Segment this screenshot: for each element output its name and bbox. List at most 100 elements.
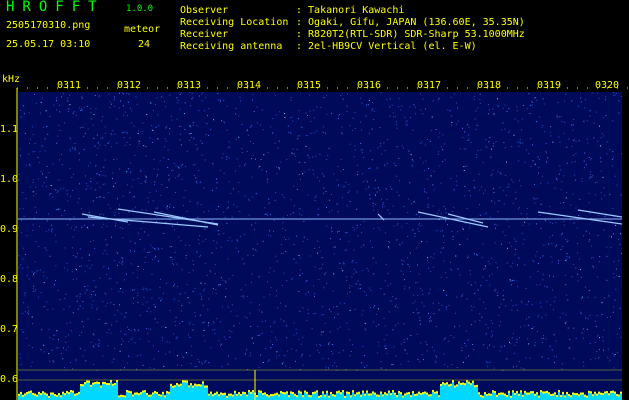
noise-pixel	[534, 202, 536, 204]
noise-pixel	[275, 255, 277, 257]
noise-pixel	[70, 195, 71, 197]
noise-pixel	[344, 232, 346, 234]
noise-pixel	[177, 286, 179, 287]
noise-pixel	[264, 207, 266, 209]
noise-pixel	[106, 253, 108, 255]
noise-pixel	[90, 181, 92, 183]
noise-pixel	[411, 164, 413, 166]
activity-peak	[518, 393, 520, 396]
noise-pixel	[218, 284, 219, 286]
noise-pixel	[403, 341, 405, 343]
noise-pixel	[163, 146, 165, 148]
noise-pixel	[19, 148, 21, 150]
activity-peak	[216, 391, 218, 394]
noise-pixel	[32, 224, 34, 226]
noise-pixel	[556, 356, 557, 358]
noise-pixel	[621, 252, 622, 254]
noise-pixel	[124, 144, 126, 146]
activity-bar	[170, 383, 172, 400]
noise-pixel	[162, 336, 164, 338]
activity-bar	[194, 383, 196, 400]
noise-pixel	[189, 125, 191, 127]
noise-pixel	[18, 267, 20, 269]
noise-pixel	[79, 296, 81, 298]
noise-pixel	[22, 192, 24, 193]
activity-peak	[618, 394, 620, 397]
noise-pixel	[122, 237, 124, 239]
noise-pixel	[530, 166, 532, 167]
activity-bar	[172, 385, 174, 400]
noise-pixel	[59, 130, 61, 131]
noise-pixel	[281, 363, 283, 365]
noise-pixel	[203, 335, 205, 337]
activity-peak	[272, 394, 274, 397]
noise-pixel	[344, 186, 346, 187]
noise-pixel	[251, 124, 253, 126]
noise-pixel	[594, 296, 596, 298]
noise-pixel	[466, 165, 468, 167]
activity-bar	[86, 380, 88, 400]
noise-pixel	[454, 93, 456, 95]
noise-pixel	[517, 309, 518, 311]
noise-pixel	[380, 367, 382, 369]
noise-pixel	[90, 341, 92, 343]
noise-pixel	[434, 350, 435, 352]
activity-peak	[352, 390, 354, 393]
noise-pixel	[117, 198, 118, 200]
noise-pixel	[442, 161, 444, 163]
noise-pixel	[410, 154, 412, 156]
noise-pixel	[275, 295, 277, 297]
noise-pixel	[595, 357, 597, 359]
noise-pixel	[580, 276, 582, 278]
noise-pixel	[222, 279, 224, 281]
noise-pixel	[577, 273, 579, 275]
activity-peak	[56, 395, 58, 398]
noise-pixel	[228, 141, 230, 143]
noise-pixel	[210, 271, 212, 273]
noise-pixel	[594, 320, 596, 322]
noise-pixel	[396, 146, 398, 148]
noise-pixel	[469, 227, 471, 229]
noise-pixel	[485, 212, 487, 214]
noise-pixel	[115, 225, 116, 227]
noise-pixel	[443, 247, 444, 249]
noise-pixel	[536, 121, 538, 122]
noise-pixel	[470, 284, 472, 286]
noise-pixel	[443, 242, 445, 243]
noise-pixel	[374, 187, 376, 189]
noise-pixel	[171, 259, 173, 261]
noise-pixel	[514, 238, 516, 240]
noise-pixel	[567, 239, 569, 241]
noise-pixel	[76, 300, 78, 302]
noise-pixel	[205, 263, 207, 265]
noise-pixel	[481, 186, 482, 188]
noise-pixel	[327, 154, 329, 156]
noise-pixel	[537, 262, 539, 264]
activity-peak	[132, 394, 134, 397]
noise-pixel	[419, 157, 421, 159]
noise-pixel	[574, 138, 576, 140]
noise-pixel	[400, 343, 402, 345]
noise-pixel	[486, 361, 488, 363]
noise-pixel	[557, 262, 559, 264]
activity-peak	[38, 391, 40, 394]
noise-pixel	[389, 186, 391, 188]
noise-pixel	[290, 117, 291, 119]
noise-pixel	[78, 152, 80, 154]
noise-pixel	[193, 137, 195, 139]
noise-pixel	[610, 316, 612, 318]
noise-pixel	[395, 298, 397, 300]
noise-pixel	[281, 253, 282, 255]
noise-pixel	[185, 255, 187, 256]
noise-pixel	[465, 357, 467, 359]
noise-pixel	[189, 322, 191, 324]
noise-pixel	[99, 187, 101, 189]
noise-pixel	[479, 99, 481, 101]
activity-peak	[608, 393, 610, 396]
noise-pixel	[62, 358, 64, 360]
noise-pixel	[166, 125, 168, 127]
noise-pixel	[499, 325, 500, 327]
activity-peak	[172, 385, 174, 388]
noise-pixel	[241, 295, 243, 297]
noise-pixel	[282, 222, 284, 224]
